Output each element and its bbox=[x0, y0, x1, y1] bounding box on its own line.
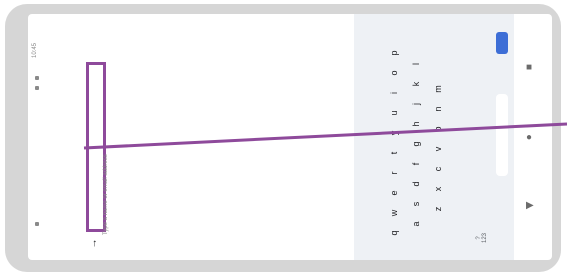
keyboard-key-e[interactable]: e bbox=[389, 187, 399, 199]
keyboard-symbols-key[interactable]: ?123 bbox=[476, 232, 488, 244]
keyboard-key-r[interactable]: r bbox=[389, 167, 399, 179]
keyboard-key-x[interactable]: x bbox=[433, 183, 443, 195]
keyboard-key-l[interactable]: l bbox=[411, 58, 421, 70]
device-screen: 10:45 Type a name or email address → qwe… bbox=[28, 14, 552, 260]
keyboard-key-b[interactable]: b bbox=[433, 123, 443, 135]
keyboard-key-k[interactable]: k bbox=[411, 78, 421, 90]
screenshot-frame: 10:45 Type a name or email address → qwe… bbox=[0, 0, 567, 279]
signal-icon bbox=[35, 76, 39, 80]
keyboard-keys: qwertyuiop asdfghjkl zxcvbnm bbox=[354, 14, 514, 260]
keyboard-key-j[interactable]: j bbox=[411, 98, 421, 110]
keyboard-key-f[interactable]: f bbox=[411, 158, 421, 170]
keyboard-key-n[interactable]: n bbox=[433, 103, 443, 115]
keyboard-key-h[interactable]: h bbox=[411, 118, 421, 130]
keyboard-spacebar[interactable] bbox=[496, 94, 508, 176]
keyboard-key-t[interactable]: t bbox=[389, 147, 399, 159]
keyboard-key-c[interactable]: c bbox=[433, 163, 443, 175]
keyboard-key-a[interactable]: a bbox=[411, 218, 421, 230]
battery-icon bbox=[35, 86, 39, 90]
keyboard-key-p[interactable]: p bbox=[389, 47, 399, 59]
keyboard-key-y[interactable]: y bbox=[389, 127, 399, 139]
keyboard-key-s[interactable]: s bbox=[411, 198, 421, 210]
keyboard-key-d[interactable]: d bbox=[411, 178, 421, 190]
square-icon[interactable]: ■ bbox=[526, 62, 532, 73]
status-time: 10:45 bbox=[32, 42, 38, 58]
navigation-bar: ■ ● ▶ bbox=[514, 14, 552, 260]
keyboard-key-i[interactable]: i bbox=[389, 87, 399, 99]
keyboard-key-v[interactable]: v bbox=[433, 143, 443, 155]
status-bar: 10:45 bbox=[28, 14, 52, 260]
search-placeholder: Type a name or email address bbox=[103, 154, 109, 235]
keyboard-key-g[interactable]: g bbox=[411, 138, 421, 150]
keyboard-enter-key[interactable] bbox=[496, 32, 508, 54]
on-screen-keyboard: qwertyuiop asdfghjkl zxcvbnm ?123 bbox=[354, 14, 514, 260]
triangle-icon[interactable]: ▶ bbox=[526, 200, 534, 211]
keyboard-key-w[interactable]: w bbox=[389, 207, 399, 219]
keyboard-key-m[interactable]: m bbox=[433, 83, 443, 95]
keyboard-key-q[interactable]: q bbox=[389, 227, 399, 239]
recipient-search-field[interactable]: Type a name or email address bbox=[86, 62, 109, 235]
circle-icon[interactable]: ● bbox=[526, 132, 532, 143]
keyboard-key-o[interactable]: o bbox=[389, 67, 399, 79]
keyboard-key-u[interactable]: u bbox=[389, 107, 399, 119]
keyboard-key-z[interactable]: z bbox=[433, 203, 443, 215]
recipient-panel: Type a name or email address → bbox=[56, 14, 114, 260]
back-arrow-icon[interactable]: → bbox=[89, 239, 100, 249]
wifi-icon bbox=[35, 222, 39, 226]
